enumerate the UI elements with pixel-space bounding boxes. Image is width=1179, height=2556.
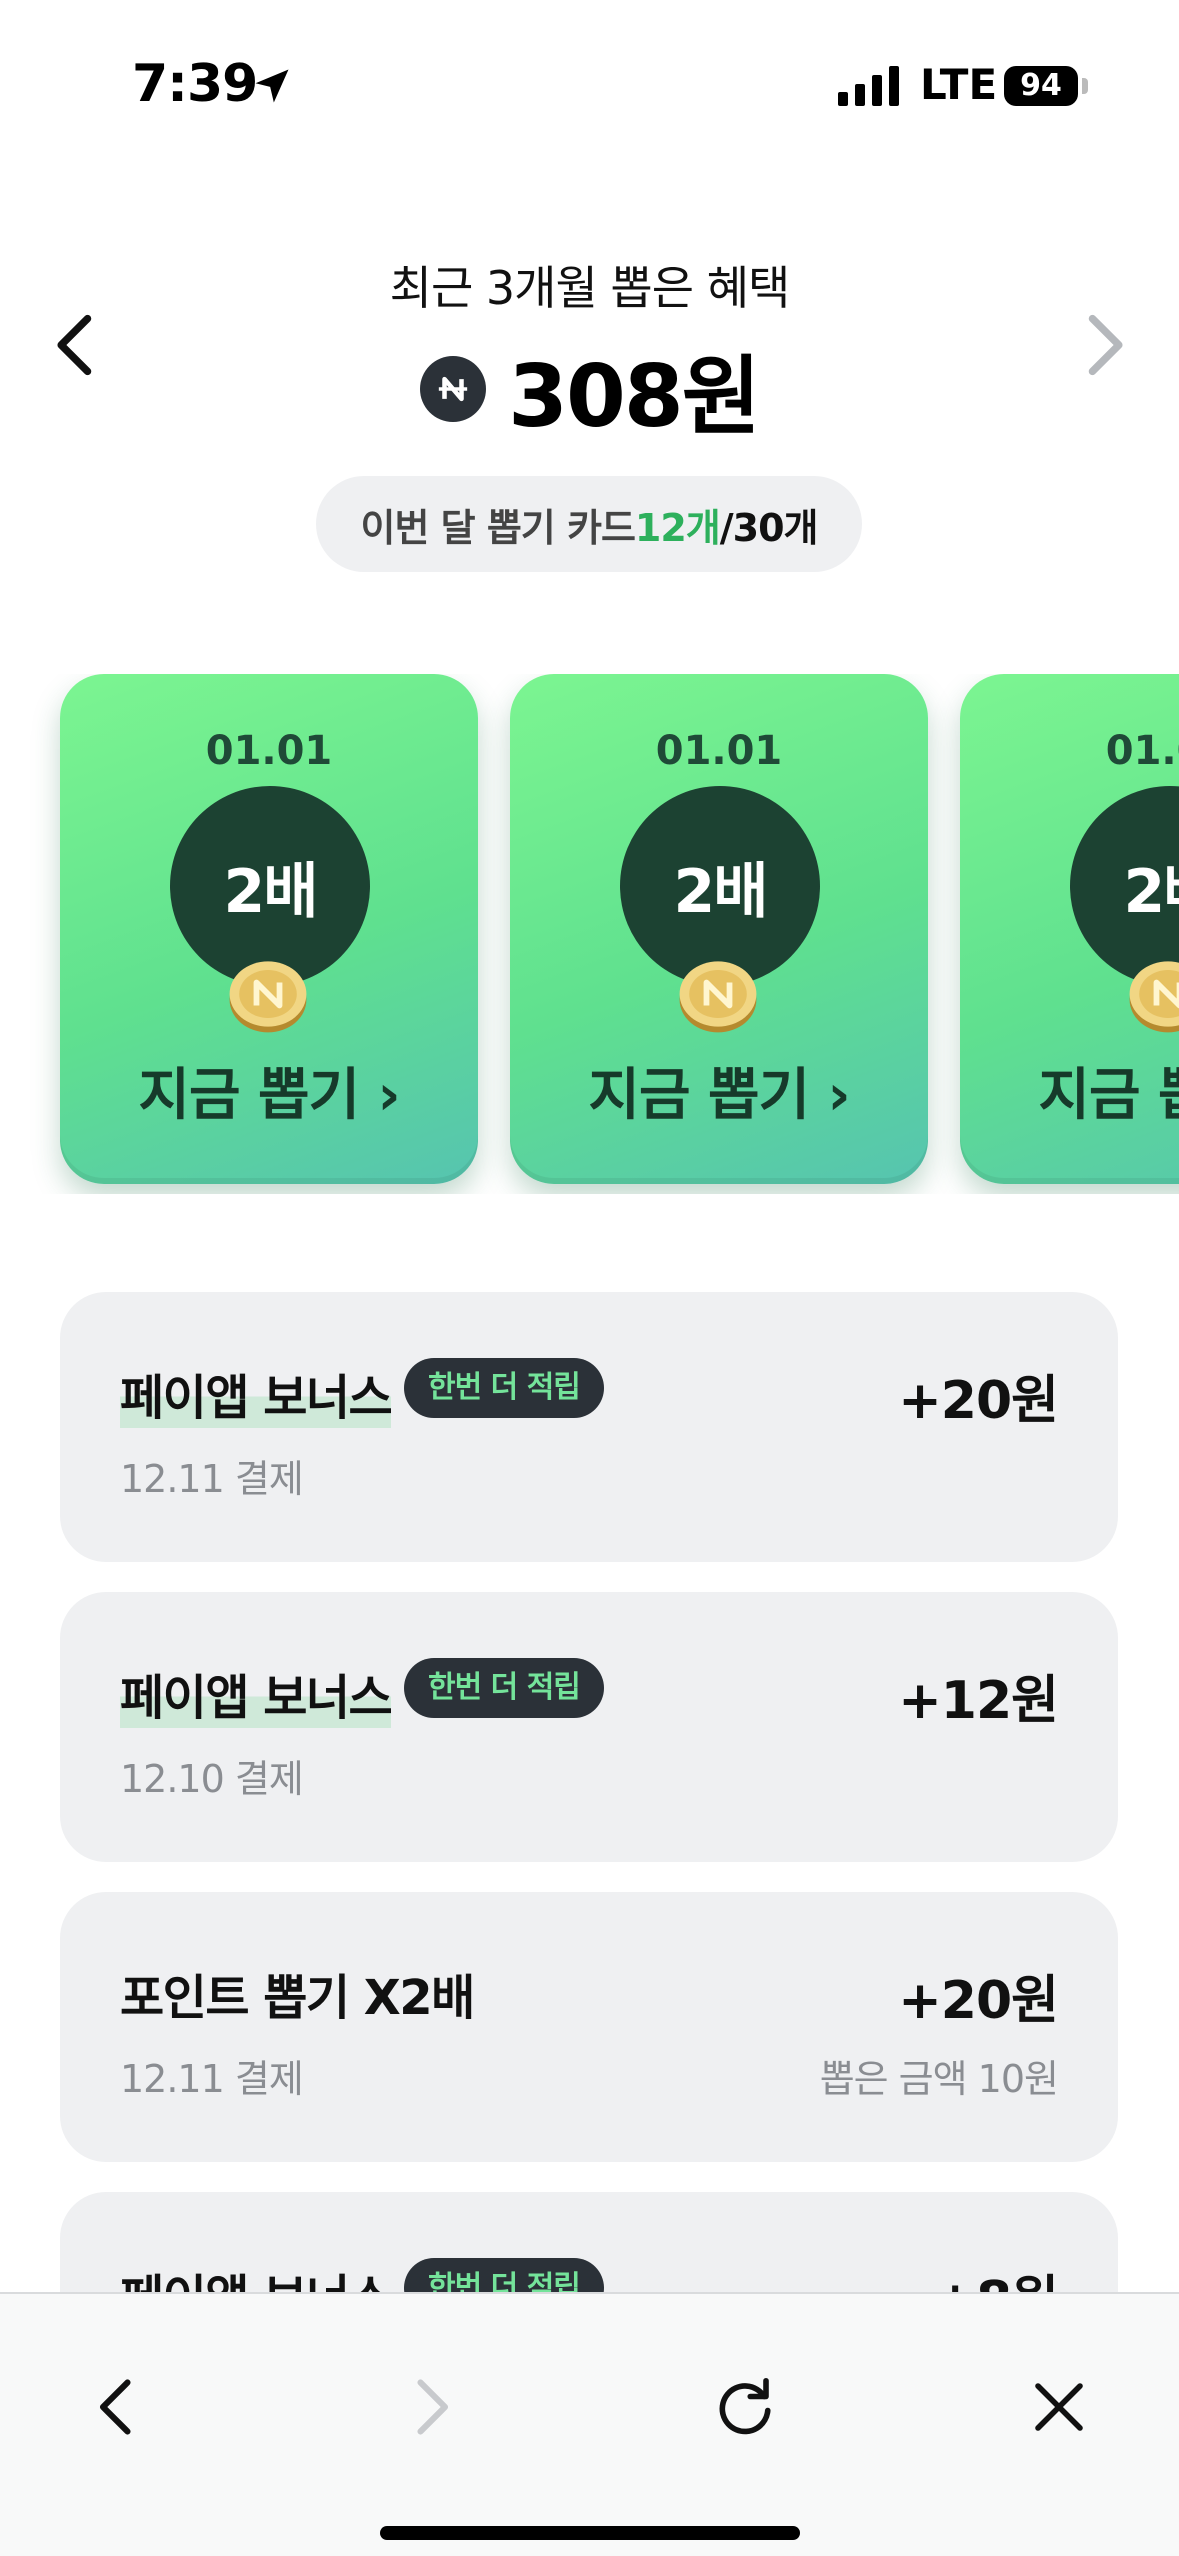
close-icon <box>1035 2383 1083 2431</box>
refresh-icon <box>719 2377 771 2435</box>
history-item-amount: +8원 <box>933 2258 1059 2292</box>
draw-now-button[interactable]: 지금 뽑기 › <box>960 1050 1179 1131</box>
history-item-title: 페이앱 보너스 <box>120 2258 393 2292</box>
history-item-date: 12.11 결제 <box>120 2057 304 2101</box>
history-item[interactable]: 페이앱 보너스 한번 더 적립 +8원 <box>60 2192 1118 2292</box>
history-item[interactable]: 페이앱 보너스 한번 더 적립 +12원 12.10 결제 <box>60 1592 1118 1862</box>
monthly-card-count: 이번 달 뽑기 카드 12개 /30개 <box>316 476 862 572</box>
history-item-title: 페이앱 보너스 <box>120 1658 393 1728</box>
forward-button[interactable] <box>396 2372 466 2442</box>
draw-card-date: 01.01 <box>205 728 333 774</box>
status-time: 7:39 <box>132 54 258 114</box>
card-count-used: 12개 <box>634 505 721 550</box>
battery-cap <box>1082 78 1088 94</box>
close-button[interactable] <box>1024 2372 1094 2442</box>
draw-card[interactable]: 01.01 2배 지금 뽑기 › <box>960 674 1179 1184</box>
card-count-label: 이번 달 뽑기 카드 <box>360 505 636 550</box>
draw-card-date: 01.01 <box>655 728 783 774</box>
battery-level: 94 <box>1004 66 1078 106</box>
bonus-badge: 한번 더 적립 <box>404 1358 604 1418</box>
history-item-amount: +12원 <box>898 1671 1059 1731</box>
card-count-total: /30개 <box>719 505 819 550</box>
draw-now-button[interactable]: 지금 뽑기 › <box>60 1050 478 1131</box>
draw-card-carousel[interactable]: 01.01 2배 지금 뽑기 › 01.01 2배 지금 뽑기 › 01.01 … <box>0 674 1179 1194</box>
history-item-amount: +20원 <box>898 1371 1059 1431</box>
refresh-button[interactable] <box>710 2372 780 2442</box>
history-item[interactable]: 포인트 뽑기 X2배 +20원 12.11 결제 뽑은 금액 10원 <box>60 1892 1118 2162</box>
coin-icon <box>1129 961 1179 1033</box>
chevron-left-icon <box>99 2379 131 2435</box>
bonus-badge: 한번 더 적립 <box>404 1658 604 1718</box>
coin-icon <box>679 961 757 1033</box>
history-item-date: 12.10 결제 <box>120 1757 304 1801</box>
network-type: LTE <box>920 60 998 109</box>
draw-card[interactable]: 01.01 2배 지금 뽑기 › <box>510 674 928 1184</box>
history-item-amount: +20원 <box>898 1971 1059 2031</box>
total-amount: 308원 <box>508 347 761 447</box>
home-indicator <box>380 2526 800 2540</box>
draw-card[interactable]: 01.01 2배 지금 뽑기 › <box>60 674 478 1184</box>
total-benefit: 308원 <box>0 326 1179 451</box>
history-item-title: 포인트 뽑기 X2배 <box>120 1970 475 2026</box>
npay-point-icon <box>420 355 487 422</box>
draw-card-date: 01.01 <box>1105 728 1179 774</box>
benefit-history-list[interactable]: 페이앱 보너스 한번 더 적립 +20원 12.11 결제 페이앱 보너스 한번… <box>60 1292 1118 2292</box>
history-item-date: 12.11 결제 <box>120 1457 304 1501</box>
coin-icon <box>229 961 307 1033</box>
status-bar: 7:39 LTE 94 <box>0 0 1179 170</box>
location-arrow-icon <box>255 69 289 103</box>
history-item-title: 페이앱 보너스 <box>120 1358 393 1428</box>
browser-toolbar <box>0 2292 1179 2556</box>
draw-now-button[interactable]: 지금 뽑기 › <box>510 1050 928 1131</box>
history-item[interactable]: 페이앱 보너스 한번 더 적립 +20원 12.11 결제 <box>60 1292 1118 1562</box>
chevron-right-icon <box>417 2379 449 2435</box>
drawn-amount-note: 뽑은 금액 10원 <box>819 2057 1059 2101</box>
cellular-signal-icon <box>838 66 899 106</box>
bonus-badge: 한번 더 적립 <box>404 2258 604 2292</box>
back-button[interactable] <box>82 2372 152 2442</box>
period-subtitle: 최근 3개월 뽑은 혜택 <box>389 261 791 315</box>
